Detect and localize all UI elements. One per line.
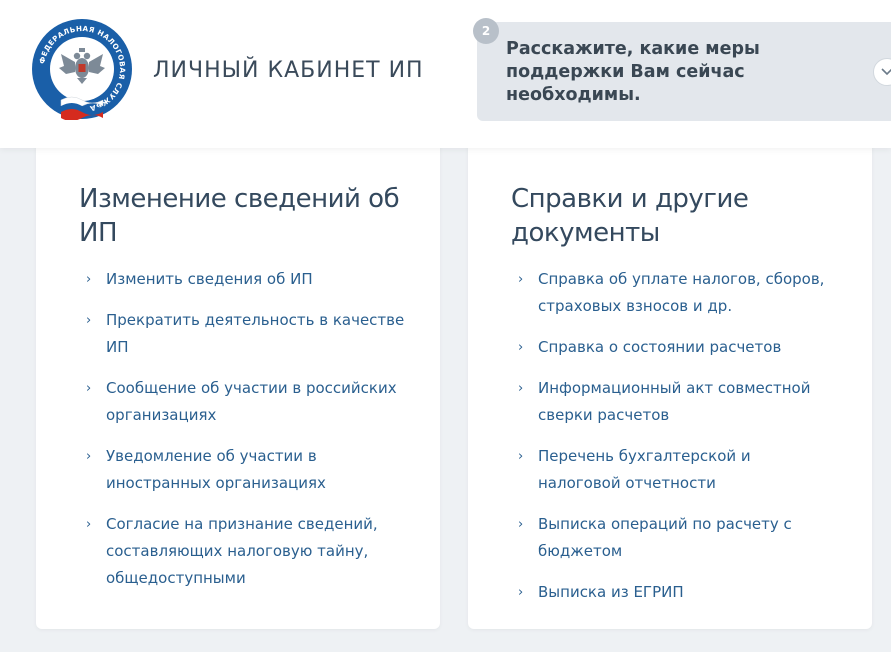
link-reporting-list[interactable]: › Перечень бухгалтерской и налоговой отч… xyxy=(518,443,838,497)
survey-question: Расскажите, какие меры поддержки Вам сей… xyxy=(506,39,760,105)
site-header: ФЕДЕРАЛЬНАЯ НАЛОГОВАЯ СЛУЖБА ЛИЧНЫЙ КАБИ… xyxy=(0,0,891,148)
cabinet-title: ЛИЧНЫЙ КАБИНЕТ ИП xyxy=(153,58,424,83)
link-tax-payment-certificate[interactable]: › Справка об уплате налогов, сборов, стр… xyxy=(518,266,838,320)
link-label: Справка об уплате налогов, сборов, страх… xyxy=(538,270,825,315)
link-label: Уведомление об участии в иностранных орг… xyxy=(106,447,326,492)
link-label: Сообщение об участии в российских органи… xyxy=(106,379,397,424)
link-label: Прекратить деятельность в качестве ИП xyxy=(106,311,405,356)
link-label: Информационный акт совместной сверки рас… xyxy=(538,379,811,424)
chevron-right-icon: › xyxy=(86,449,92,464)
link-change-ip-info[interactable]: › Изменить сведения об ИП xyxy=(86,266,406,293)
chevron-right-icon: › xyxy=(86,517,92,532)
chevron-right-icon: › xyxy=(86,272,92,287)
link-budget-operations[interactable]: › Выписка операций по расчету с бюджетом xyxy=(518,511,838,565)
chevron-right-icon: › xyxy=(518,381,524,396)
link-foreign-participation[interactable]: › Уведомление об участии в иностранных о… xyxy=(86,443,406,497)
card-title: Изменение сведений об ИП xyxy=(79,184,400,248)
link-label: Выписка операций по расчету с бюджетом xyxy=(538,515,792,560)
support-survey-banner[interactable]: 2 Расскажите, какие меры поддержки Вам с… xyxy=(473,18,891,121)
link-egrip-extract[interactable]: › Выписка из ЕГРИП xyxy=(518,579,838,606)
link-russian-participation[interactable]: › Сообщение об участии в российских орга… xyxy=(86,375,406,429)
chevron-right-icon: › xyxy=(86,313,92,328)
link-label: Изменить сведения об ИП xyxy=(106,270,313,288)
chevron-right-icon: › xyxy=(518,517,524,532)
fns-emblem-icon: ФЕДЕРАЛЬНАЯ НАЛОГОВАЯ СЛУЖБА xyxy=(32,19,132,121)
chevron-down-icon xyxy=(881,68,891,76)
card-certificates: Справки и другие документы › Справка об … xyxy=(468,140,872,629)
chevron-right-icon: › xyxy=(86,381,92,396)
chevron-right-icon: › xyxy=(518,449,524,464)
link-label: Согласие на признание сведений, составля… xyxy=(106,515,378,587)
link-label: Перечень бухгалтерской и налоговой отчет… xyxy=(538,447,751,492)
link-label: Справка о состоянии расчетов xyxy=(538,338,782,356)
fns-logo[interactable]: ФЕДЕРАЛЬНАЯ НАЛОГОВАЯ СЛУЖБА xyxy=(31,18,133,121)
link-reconciliation-act[interactable]: › Информационный акт совместной сверки р… xyxy=(518,375,838,429)
card-links: › Изменить сведения об ИП › Прекратить д… xyxy=(86,266,406,606)
card-change-info: Изменение сведений об ИП › Изменить свед… xyxy=(36,140,440,629)
card-links: › Справка об уплате налогов, сборов, стр… xyxy=(518,266,838,620)
survey-expand-button[interactable] xyxy=(873,58,891,86)
chevron-right-icon: › xyxy=(518,340,524,355)
link-settlement-status[interactable]: › Справка о состоянии расчетов xyxy=(518,334,838,361)
link-stop-ip-activity[interactable]: › Прекратить деятельность в качестве ИП xyxy=(86,307,406,361)
link-tax-secret-consent[interactable]: › Согласие на признание сведений, состав… xyxy=(86,511,406,592)
card-title: Справки и другие документы xyxy=(511,184,749,248)
chevron-right-icon: › xyxy=(518,585,524,600)
survey-step-badge: 2 xyxy=(473,18,499,44)
link-label: Выписка из ЕГРИП xyxy=(538,583,684,601)
chevron-right-icon: › xyxy=(518,272,524,287)
